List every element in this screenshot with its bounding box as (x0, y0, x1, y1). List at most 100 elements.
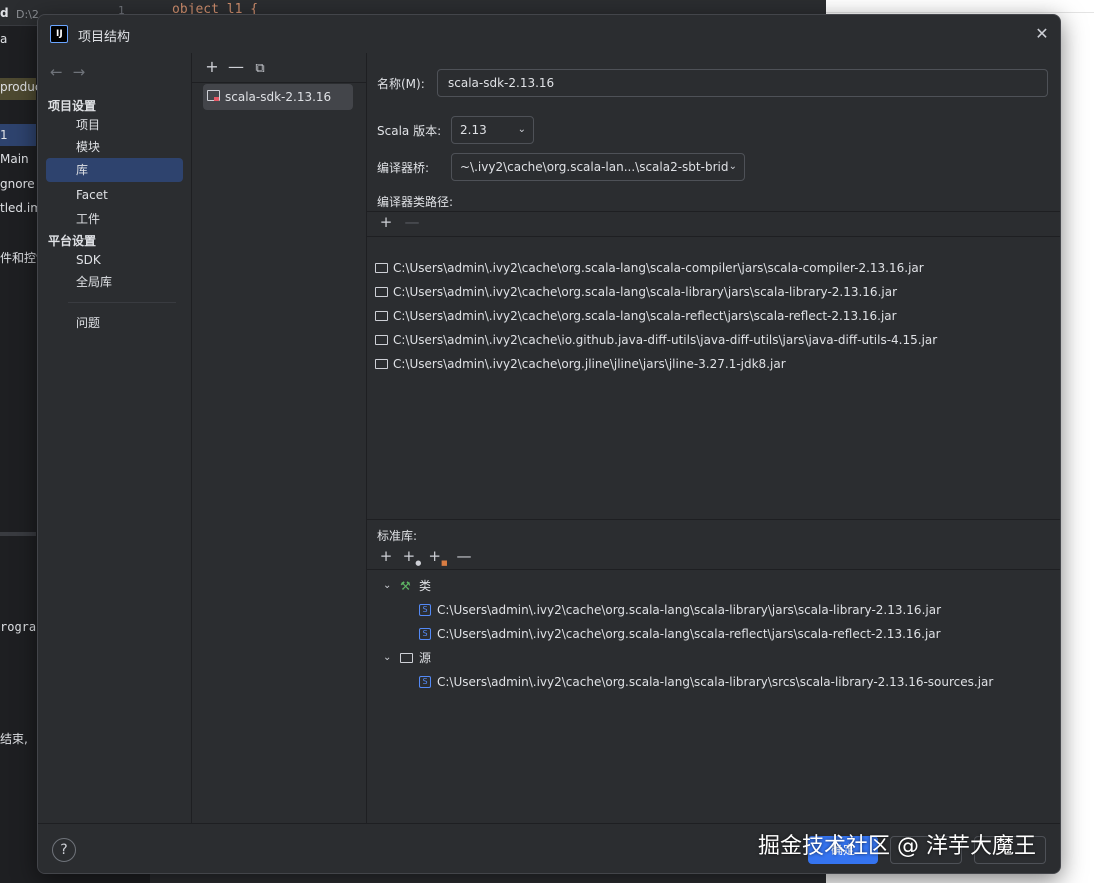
tree-leaf-label: C:\Users\admin\.ivy2\cache\org.scala-lan… (437, 627, 941, 641)
library-item-label: scala-sdk-2.13.16 (225, 90, 332, 104)
classpath-row[interactable]: C:\Users\admin\.ivy2\cache\org.scala-lan… (375, 305, 897, 327)
tree-node-label: 类 (419, 579, 432, 593)
nav-separator (68, 302, 176, 303)
chevron-down-icon: ⌄ (728, 161, 737, 172)
watermark: 掘金技术社区 @ 洋芋大魔王 (758, 834, 1036, 859)
dialog-title: 项目结构 (78, 30, 131, 45)
tree-leaf-class[interactable]: S C:\Users\admin\.ivy2\cache\org.scala-l… (419, 623, 941, 645)
ide-tree-item[interactable]: Main (0, 152, 29, 166)
folder-icon (375, 287, 388, 297)
stdlib-toolbar: + +● +■ — (373, 547, 477, 567)
scala-version-value: 2.13 (460, 123, 487, 137)
settings-nav: ←→ 项目设置 项目 模块 库 Facet 工件 平台设置 SDK 全局库 问题 (38, 53, 192, 823)
page-divider (826, 12, 1094, 13)
dialog-titlebar: IJ 项目结构 ✕ (38, 15, 1060, 53)
nav-item-problems[interactable]: 问题 (46, 311, 183, 335)
copy-library-icon[interactable]: ⧉ (248, 61, 272, 76)
chevron-down-icon[interactable]: ⌄ (383, 647, 391, 669)
classpath-row[interactable]: C:\Users\admin\.ivy2\cache\org.jline\jli… (375, 353, 786, 375)
back-arrow-icon[interactable]: ← (50, 63, 73, 81)
name-label: 名称(M): (377, 77, 425, 91)
ide-project-name: d (0, 6, 9, 20)
chevron-down-icon: ⌄ (517, 124, 526, 135)
nav-item-modules[interactable]: 模块 (46, 135, 183, 159)
nav-item-sdk[interactable]: SDK (46, 248, 183, 272)
tree-leaf-label: C:\Users\admin\.ivy2\cache\org.scala-lan… (437, 675, 994, 689)
hammer-icon: ⚒ (400, 579, 411, 593)
ide-tree-item[interactable]: a (0, 32, 7, 46)
forward-arrow-icon[interactable]: → (73, 63, 96, 81)
classpath-row[interactable]: C:\Users\admin\.ivy2\cache\org.scala-lan… (375, 281, 897, 303)
tree-node-label: 源 (419, 651, 432, 665)
jar-icon: S (419, 604, 431, 616)
compiler-bridge-dropdown[interactable]: ~\.ivy2\cache\org.scala-lan...\scala2-sb… (451, 153, 745, 181)
add-classes-icon[interactable]: +● (399, 547, 425, 567)
scala-version-label: Scala 版本: (377, 124, 442, 138)
folder-icon (375, 335, 388, 345)
scala-version-dropdown[interactable]: 2.13 ⌄ (451, 116, 534, 144)
add-icon[interactable]: + (373, 547, 399, 565)
add-icon[interactable]: + (373, 213, 399, 231)
library-list-panel: + — ⧉ scala-sdk-2.13.16 (192, 53, 366, 823)
library-toolbar-separator (192, 82, 366, 83)
classpath-entry: C:\Users\admin\.ivy2\cache\org.jline\jli… (393, 357, 786, 371)
stdlib-border (367, 519, 1060, 520)
remove-icon[interactable]: — (451, 547, 477, 565)
folder-icon (375, 359, 388, 369)
ide-tool-window (0, 532, 36, 883)
library-folder-icon (207, 90, 220, 101)
close-button[interactable]: ✕ (1032, 24, 1052, 44)
folder-icon (375, 311, 388, 321)
stdlib-list-border (367, 569, 1060, 570)
source-folder-icon (400, 653, 413, 663)
intellij-app-icon: IJ (50, 25, 68, 43)
name-field[interactable]: scala-sdk-2.13.16 (437, 69, 1048, 97)
remove-icon[interactable]: — (399, 213, 425, 231)
tree-node-sources[interactable]: ⌄ 源 (383, 647, 431, 669)
nav-item-project[interactable]: 项目 (46, 113, 183, 137)
project-structure-dialog: IJ 项目结构 ✕ ←→ 项目设置 项目 模块 库 Facet 工件 平台设置 … (37, 14, 1061, 874)
tree-leaf-source[interactable]: S C:\Users\admin\.ivy2\cache\org.scala-l… (419, 671, 993, 693)
remove-library-icon[interactable]: — (224, 57, 248, 76)
chevron-down-icon[interactable]: ⌄ (383, 575, 391, 597)
nav-item-global-libraries[interactable]: 全局库 (46, 270, 183, 294)
folder-icon (375, 263, 388, 273)
ide-tree-item[interactable]: tled.im (0, 201, 42, 215)
add-sources-icon[interactable]: +■ (425, 547, 451, 567)
tree-node-classes[interactable]: ⌄ ⚒ 类 (383, 575, 431, 597)
nav-section-platform: 平台设置 (48, 234, 97, 248)
jar-icon: S (419, 676, 431, 688)
library-list-toolbar: + — ⧉ (200, 57, 272, 76)
tree-leaf-class[interactable]: S C:\Users\admin\.ivy2\cache\org.scala-l… (419, 599, 941, 621)
ide-tree-item[interactable]: gnore (0, 177, 35, 191)
nav-item-facet[interactable]: Facet (46, 183, 183, 207)
add-library-icon[interactable]: + (200, 57, 224, 76)
help-button[interactable]: ? (52, 838, 76, 862)
classpath-entry: C:\Users\admin\.ivy2\cache\org.scala-lan… (393, 285, 898, 299)
classpath-list-border (367, 236, 1060, 237)
compiler-classpath-label: 编译器类路径: (377, 195, 454, 209)
ide-console-text: 结束, (0, 732, 28, 746)
stdlib-label: 标准库: (377, 529, 418, 543)
compiler-bridge-label: 编译器桥: (377, 161, 430, 175)
classpath-entry: C:\Users\admin\.ivy2\cache\io.github.jav… (393, 333, 938, 347)
classpath-row[interactable]: C:\Users\admin\.ivy2\cache\io.github.jav… (375, 329, 937, 351)
nav-section-project: 项目设置 (48, 99, 97, 113)
compiler-bridge-value: ~\.ivy2\cache\org.scala-lan...\scala2-sb… (460, 160, 729, 174)
ide-console-text: rogra (0, 620, 37, 634)
ide-tree-item[interactable]: produc (0, 80, 41, 94)
classpath-toolbar-border (367, 211, 1060, 212)
classpath-toolbar: + — (373, 213, 425, 231)
tree-leaf-label: C:\Users\admin\.ivy2\cache\org.scala-lan… (437, 603, 942, 617)
classpath-row[interactable]: C:\Users\admin\.ivy2\cache\org.scala-lan… (375, 257, 924, 279)
jar-icon: S (419, 628, 431, 640)
classpath-entry: C:\Users\admin\.ivy2\cache\org.scala-lan… (393, 309, 897, 323)
nav-item-libraries[interactable]: 库 (46, 158, 183, 182)
classpath-entry: C:\Users\admin\.ivy2\cache\org.scala-lan… (393, 261, 924, 275)
library-item-scala-sdk[interactable]: scala-sdk-2.13.16 (203, 84, 353, 110)
library-details-panel: 名称(M): scala-sdk-2.13.16 Scala 版本: 2.13 … (367, 53, 1060, 823)
ide-statusbar (150, 873, 826, 883)
nav-history-arrows: ←→ (50, 63, 95, 81)
ide-tree-item[interactable]: 1 (0, 128, 8, 142)
nav-item-artifacts[interactable]: 工件 (46, 207, 183, 231)
